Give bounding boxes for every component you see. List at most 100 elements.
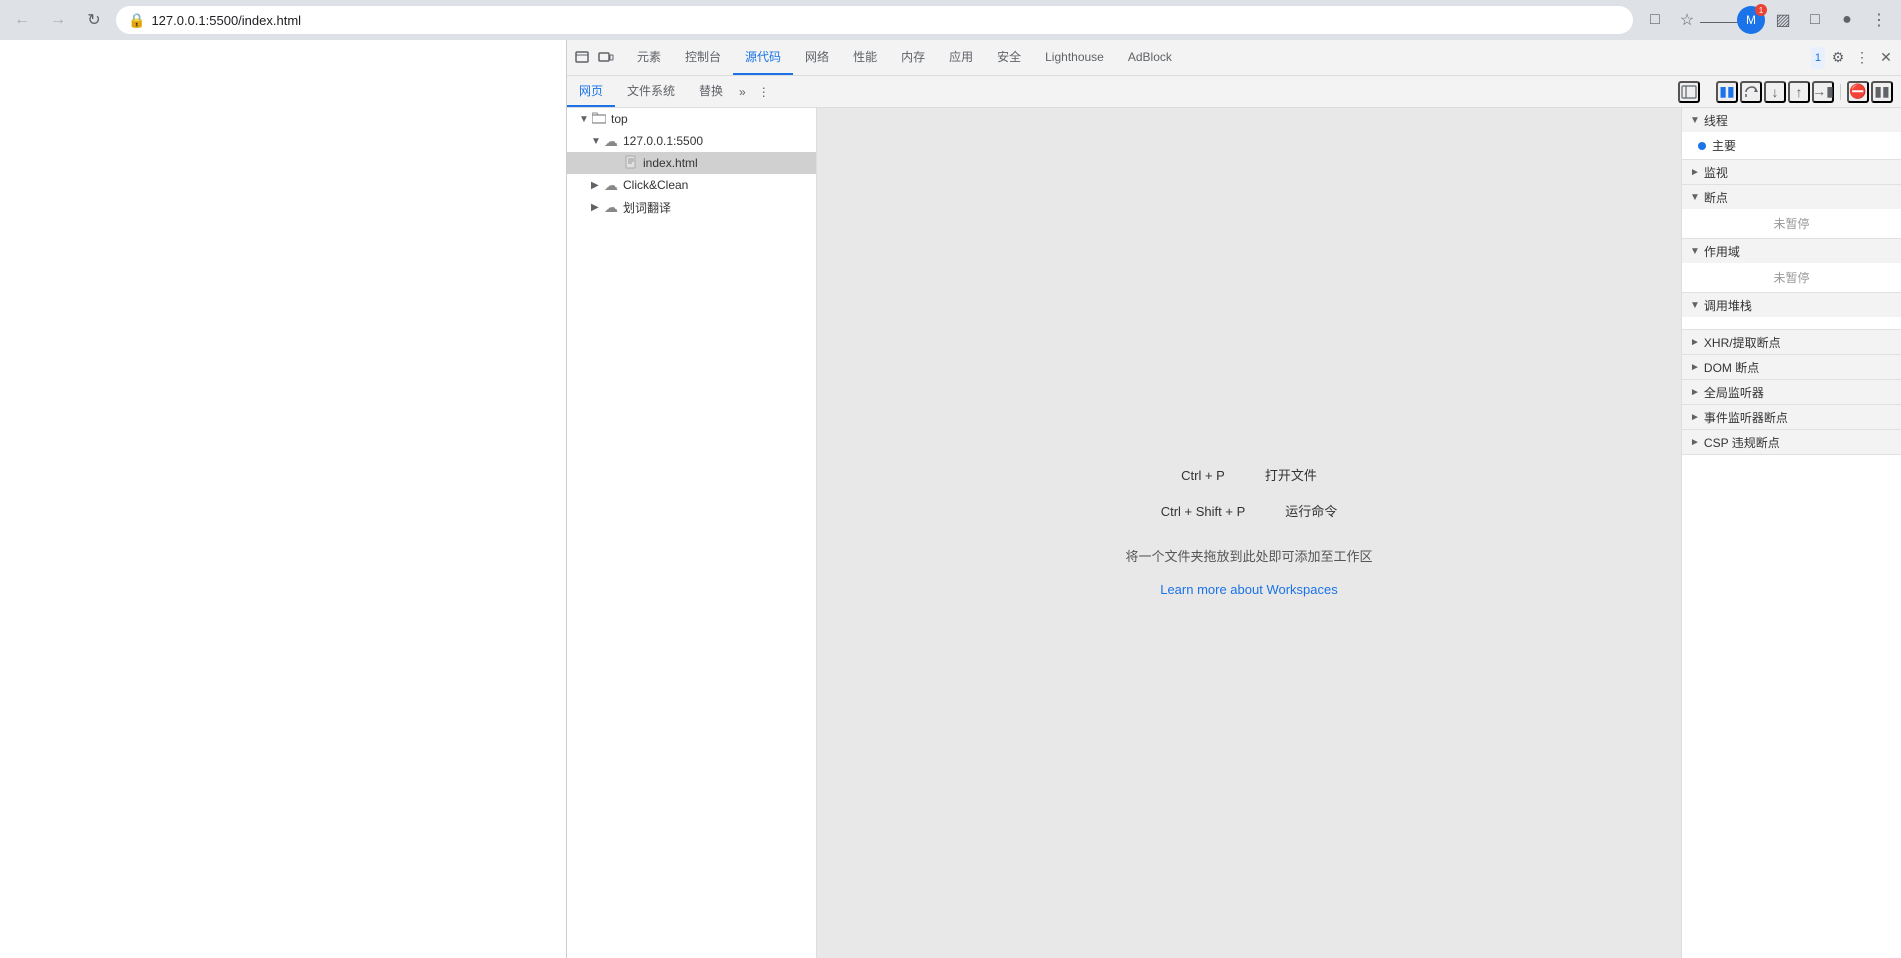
tab-security[interactable]: 安全: [985, 40, 1033, 75]
hint-row-2: Ctrl + Shift + P 运行命令: [1125, 498, 1372, 527]
monitor-label: 监视: [1704, 164, 1728, 181]
reload-button[interactable]: ↻: [80, 6, 108, 34]
tab-lighthouse[interactable]: Lighthouse: [1033, 40, 1116, 75]
global-listener-arrow: ►: [1690, 387, 1700, 398]
file-tree-item-index[interactable]: index.html: [567, 152, 816, 174]
huaci-label: 划词翻译: [623, 199, 671, 216]
file-tree-item-server[interactable]: ☁ 127.0.0.1:5500: [567, 130, 816, 152]
devtools-panel: 元素 控制台 源代码 网络 性能 内存 应用 安全 Lighthouse AdB…: [566, 40, 1901, 958]
tab-application[interactable]: 应用: [937, 40, 985, 75]
section-monitor-header[interactable]: ► 监视: [1682, 160, 1901, 184]
more-icon[interactable]: ⋮: [1851, 47, 1873, 69]
sidebar-toggle-btn[interactable]: [1678, 81, 1700, 103]
section-threads-header[interactable]: ▼ 线程: [1682, 108, 1901, 132]
section-xhr: ► XHR/提取断点: [1682, 330, 1901, 355]
bookmark-button[interactable]: ☆: [1673, 6, 1701, 34]
pause-button[interactable]: ▮▮: [1716, 81, 1738, 103]
global-listener-label: 全局监听器: [1704, 384, 1764, 401]
subtab-webpage[interactable]: 网页: [567, 76, 615, 107]
deactivate-btn[interactable]: ⛔: [1847, 81, 1869, 103]
step-btn[interactable]: →▮: [1812, 81, 1834, 103]
editor-area: Ctrl + P 打开文件 Ctrl + Shift + P 运行命令 将一个文…: [817, 108, 1681, 958]
section-scope: ▼ 作用域 未暂停: [1682, 239, 1901, 293]
section-global-listener-header[interactable]: ► 全局监听器: [1682, 380, 1901, 404]
scope-label: 作用域: [1704, 243, 1740, 260]
step-out-btn[interactable]: ↑: [1788, 81, 1810, 103]
profile-icon[interactable]: ⸻: [1705, 6, 1733, 34]
tab-sources[interactable]: 源代码: [733, 40, 793, 75]
editor-hints: Ctrl + P 打开文件 Ctrl + Shift + P 运行命令 将一个文…: [1125, 462, 1372, 604]
tree-arrow-clickclean[interactable]: [591, 180, 603, 191]
scope-arrow: ▼: [1690, 246, 1700, 257]
right-panel: ▼ 线程 主要 ► 监视 ▼: [1681, 108, 1901, 958]
xhr-label: XHR/提取断点: [1704, 334, 1781, 351]
close-icon[interactable]: ✕: [1875, 47, 1897, 69]
file-icon-index: [623, 155, 639, 172]
index-label: index.html: [643, 156, 698, 170]
window-button[interactable]: □: [1801, 6, 1829, 34]
inspect-icon[interactable]: [571, 47, 593, 69]
settings-icon[interactable]: ⚙: [1827, 47, 1849, 69]
tab-adblock[interactable]: AdBlock: [1116, 40, 1184, 75]
subtab-menu-icon[interactable]: ⋮: [754, 85, 774, 99]
csp-label: CSP 违规断点: [1704, 434, 1780, 451]
step-over-btn[interactable]: [1740, 81, 1762, 103]
section-csp-header[interactable]: ► CSP 违规断点: [1682, 430, 1901, 454]
section-csp: ► CSP 违规断点: [1682, 430, 1901, 455]
server-label: 127.0.0.1:5500: [623, 134, 703, 148]
profile-button[interactable]: M 1: [1737, 6, 1765, 34]
file-tree-item-top[interactable]: top: [567, 108, 816, 130]
tab-network[interactable]: 网络: [793, 40, 841, 75]
breakpoints-label: 断点: [1704, 189, 1728, 206]
tree-arrow-top[interactable]: [579, 114, 591, 125]
threads-label: 线程: [1704, 112, 1728, 129]
devtools-tab-more: 1 ⚙ ⋮ ✕: [1811, 47, 1897, 69]
tree-arrow-huaci[interactable]: [591, 202, 603, 213]
tab-performance[interactable]: 性能: [841, 40, 889, 75]
subtab-more-icon[interactable]: »: [735, 85, 750, 99]
section-dom-header[interactable]: ► DOM 断点: [1682, 355, 1901, 379]
callstack-label: 调用堆栈: [1704, 297, 1752, 314]
section-monitor: ► 监视: [1682, 160, 1901, 185]
hint-drag-text: 将一个文件夹拖放到此处即可添加至工作区: [1125, 543, 1372, 572]
shortcut2-label: 运行命令: [1285, 498, 1337, 527]
section-xhr-header[interactable]: ► XHR/提取断点: [1682, 330, 1901, 354]
lock-icon: 🔒: [128, 12, 145, 29]
address-bar[interactable]: 🔒 127.0.0.1:5500/index.html: [116, 6, 1633, 34]
cloud-icon-huaci: ☁: [603, 199, 619, 216]
subtab-replace[interactable]: 替换: [687, 76, 735, 107]
tab-memory[interactable]: 内存: [889, 40, 937, 75]
dont-pause-btn[interactable]: ▮▮: [1871, 81, 1893, 103]
section-dom: ► DOM 断点: [1682, 355, 1901, 380]
no-breakpoints-text: 未暂停: [1682, 211, 1901, 236]
cast-button[interactable]: □: [1641, 6, 1669, 34]
shortcut1-label: 打开文件: [1265, 462, 1317, 491]
forward-button[interactable]: →: [44, 6, 72, 34]
shortcut2-key: Ctrl + Shift + P: [1161, 498, 1246, 527]
learn-more-link[interactable]: Learn more about Workspaces: [1125, 576, 1372, 605]
section-callstack-header[interactable]: ▼ 调用堆栈: [1682, 293, 1901, 317]
scope-content: 未暂停: [1682, 263, 1901, 292]
thread-main[interactable]: 主要: [1682, 134, 1901, 157]
record-button[interactable]: ●: [1833, 6, 1861, 34]
file-tree-item-huaci[interactable]: ☁ 划词翻译: [567, 196, 816, 218]
section-breakpoints-header[interactable]: ▼ 断点: [1682, 185, 1901, 209]
debugger-controls: [1670, 81, 1708, 103]
subtab-filesystem[interactable]: 文件系统: [615, 76, 687, 107]
file-tree-item-clickclean[interactable]: ☁ Click&Clean: [567, 174, 816, 196]
badge-icon[interactable]: 1: [1811, 47, 1825, 69]
tab-console[interactable]: 控制台: [673, 40, 733, 75]
section-event-listener-header[interactable]: ► 事件监听器断点: [1682, 405, 1901, 429]
browser-content: [0, 40, 566, 958]
section-scope-header[interactable]: ▼ 作用域: [1682, 239, 1901, 263]
cloud-icon-clickclean: ☁: [603, 177, 619, 194]
step-into-btn[interactable]: ↓: [1764, 81, 1786, 103]
tab-elements[interactable]: 元素: [625, 40, 673, 75]
scope-empty-text: 未暂停: [1682, 265, 1901, 290]
back-button[interactable]: ←: [8, 6, 36, 34]
device-icon[interactable]: [595, 47, 617, 69]
tree-arrow-server[interactable]: [591, 136, 603, 147]
extensions-button[interactable]: ▨: [1769, 6, 1797, 34]
menu-button[interactable]: ⋮: [1865, 6, 1893, 34]
monitor-arrow: ►: [1690, 167, 1700, 178]
